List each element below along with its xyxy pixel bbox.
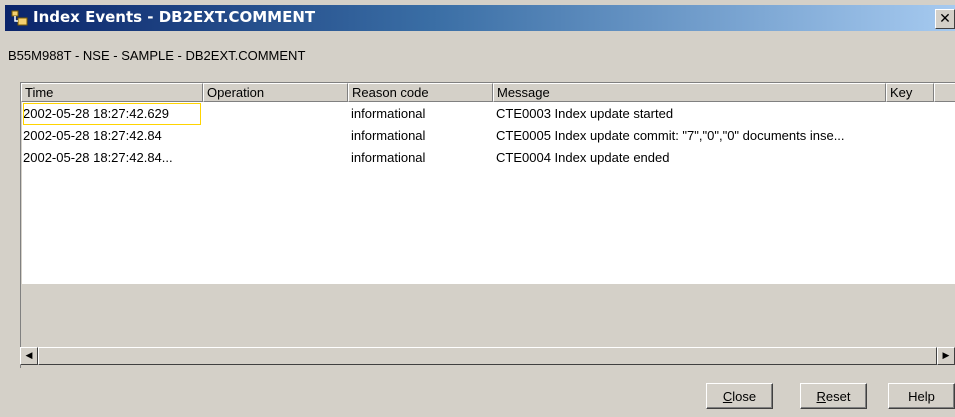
horizontal-scrollbar[interactable]: ◀ ▶ (20, 347, 955, 365)
close-button-mnemonic: C (722, 389, 733, 404)
table-row[interactable]: 2002-05-28 18:27:42.84 informational CTE… (22, 125, 955, 147)
table-row[interactable]: 2002-05-28 18:27:42.84... informational … (22, 147, 955, 169)
index-events-window: Index Events - DB2EXT.COMMENT ✕ B55M988T… (0, 0, 955, 417)
title-bar[interactable]: Index Events - DB2EXT.COMMENT ✕ (5, 5, 955, 31)
breadcrumb: B55M988T - NSE - SAMPLE - DB2EXT.COMMENT (8, 48, 306, 63)
cell-reason-code[interactable]: informational (351, 103, 491, 125)
close-button-label: lose (732, 389, 757, 404)
column-header-reason-code[interactable]: Reason code (348, 83, 493, 102)
help-button[interactable]: Help (888, 383, 955, 409)
events-table: Time Operation Reason code Message Key 2… (20, 82, 955, 368)
column-header-filler (934, 83, 955, 102)
db-index-icon (11, 10, 28, 26)
cell-message[interactable]: CTE0004 Index update ended (496, 147, 884, 169)
scroll-left-icon[interactable]: ◀ (20, 347, 38, 365)
cell-reason-code[interactable]: informational (351, 147, 491, 169)
cell-key[interactable] (889, 103, 933, 125)
cell-time[interactable]: 2002-05-28 18:27:42.84 (23, 125, 201, 147)
scroll-thumb[interactable] (38, 347, 937, 365)
column-header-operation[interactable]: Operation (203, 83, 348, 102)
cell-operation[interactable] (206, 125, 346, 147)
table-header: Time Operation Reason code Message Key (21, 83, 955, 102)
reset-button-mnemonic: R (816, 389, 826, 404)
window-title: Index Events - DB2EXT.COMMENT (33, 8, 316, 26)
cell-time[interactable]: 2002-05-28 18:27:42.84... (23, 147, 201, 169)
table-row[interactable]: 2002-05-28 18:27:42.629 informational CT… (22, 103, 955, 125)
cell-operation[interactable] (206, 147, 346, 169)
help-button-label: Help (908, 389, 935, 404)
scroll-right-icon[interactable]: ▶ (937, 347, 955, 365)
close-button[interactable]: Close (706, 383, 773, 409)
cell-key[interactable] (889, 125, 933, 147)
cell-key[interactable] (889, 147, 933, 169)
cell-message[interactable]: CTE0003 Index update started (496, 103, 884, 125)
column-header-key[interactable]: Key (886, 83, 934, 102)
reset-button-label: eset (825, 389, 851, 404)
column-header-time[interactable]: Time (21, 83, 203, 102)
column-header-message[interactable]: Message (493, 83, 886, 102)
cell-time[interactable]: 2002-05-28 18:27:42.629 (23, 103, 201, 125)
table-body: 2002-05-28 18:27:42.629 informational CT… (22, 102, 955, 284)
cell-operation[interactable] (206, 103, 346, 125)
reset-button[interactable]: Reset (800, 383, 867, 409)
cell-message[interactable]: CTE0005 Index update commit: "7","0","0"… (496, 125, 906, 147)
cell-reason-code[interactable]: informational (351, 125, 491, 147)
close-window-icon[interactable]: ✕ (935, 9, 955, 29)
